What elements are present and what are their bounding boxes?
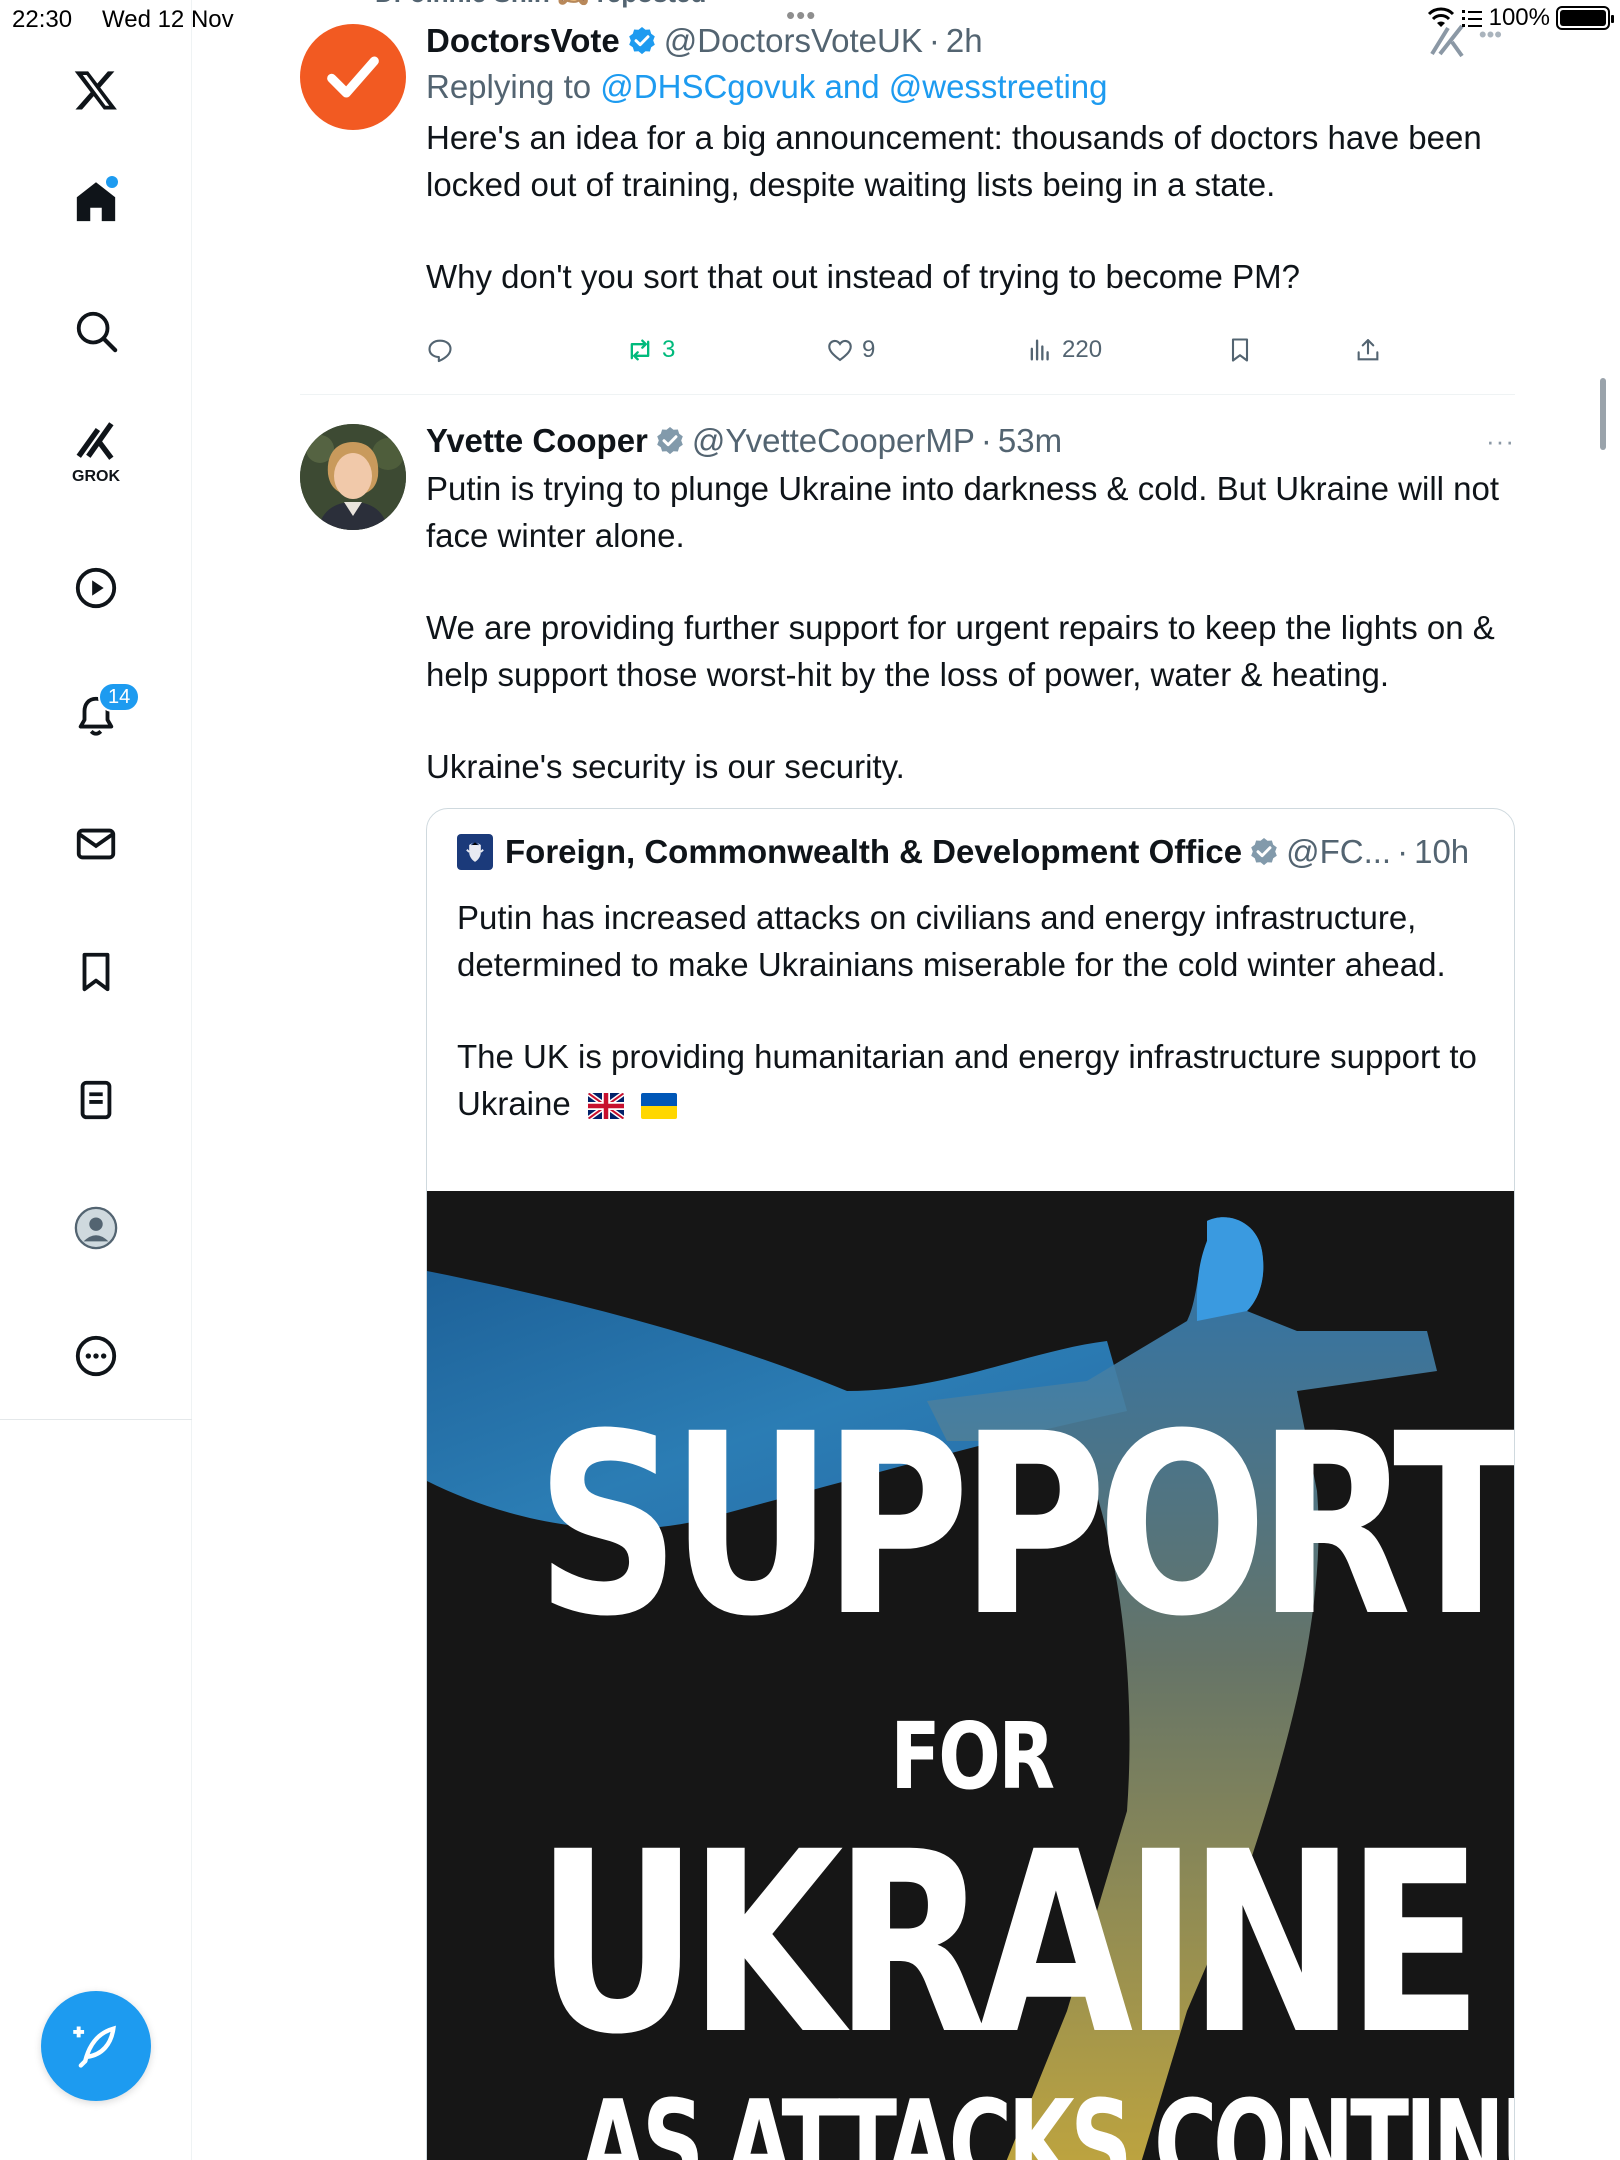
fcdo-crest-icon bbox=[457, 834, 493, 870]
bookmark-icon bbox=[1231, 338, 1249, 362]
grok-icon bbox=[76, 422, 114, 460]
more-icon bbox=[75, 1335, 117, 1377]
replying-to-link[interactable]: @DHSCgovuk and @wesstreeting bbox=[600, 68, 1107, 105]
reply-icon bbox=[428, 339, 452, 363]
sidebar-item-profile[interactable] bbox=[56, 1188, 136, 1268]
status-time: 22:30 bbox=[12, 6, 73, 33]
battery-icon bbox=[1556, 6, 1614, 30]
list-icon bbox=[80, 1080, 112, 1120]
post-time[interactable]: 53m bbox=[998, 422, 1062, 460]
status-indicators: 100% bbox=[1427, 4, 1614, 32]
notification-count-badge: 14 bbox=[98, 682, 141, 712]
tweet-doctorsvote[interactable]: DoctorsVote @DoctorsVoteUK · 2h Replying… bbox=[300, 20, 1515, 395]
quoted-author-handle[interactable]: @FC... bbox=[1286, 833, 1391, 871]
separator: · bbox=[980, 422, 992, 459]
quoted-author-name[interactable]: Foreign, Commonwealth & Development Offi… bbox=[505, 833, 1242, 871]
verified-badge-icon bbox=[1251, 838, 1277, 866]
like-button[interactable]: 9 bbox=[826, 336, 875, 364]
sidebar-divider bbox=[0, 1419, 192, 1420]
orientation-lock-icon bbox=[1461, 10, 1482, 27]
tweet-paragraph: Putin is trying to plunge Ukraine into d… bbox=[426, 470, 1500, 554]
verified-badge-icon bbox=[657, 427, 683, 455]
sidebar-item-more[interactable] bbox=[56, 1316, 136, 1396]
quoted-tweet-header: Foreign, Commonwealth & Development Offi… bbox=[457, 831, 1469, 873]
separator: · bbox=[1397, 833, 1409, 870]
search-icon bbox=[76, 311, 118, 353]
repost-count: 3 bbox=[662, 336, 676, 363]
quoted-tweet-text: Putin has increased attacks on civilians… bbox=[457, 895, 1497, 1127]
author-name[interactable]: Yvette Cooper bbox=[426, 422, 648, 460]
avatar[interactable] bbox=[300, 424, 406, 530]
sidebar-item-x-home[interactable] bbox=[56, 50, 136, 130]
like-count: 9 bbox=[862, 336, 876, 363]
sidebar-item-messages[interactable] bbox=[56, 804, 136, 884]
tweet-paragraph: We are providing further support for urg… bbox=[426, 609, 1495, 693]
compose-post-button[interactable] bbox=[41, 1991, 151, 2101]
poster-headline-for: FOR bbox=[890, 1703, 1055, 1810]
poster-headline-attacks: AS ATTACKS CONTINUE bbox=[579, 2076, 1514, 2160]
x-logo-icon bbox=[74, 71, 117, 110]
quoted-paragraph: Putin has increased attacks on civilians… bbox=[457, 899, 1446, 983]
unread-dot bbox=[106, 176, 118, 188]
battery-percent: 100% bbox=[1488, 4, 1550, 31]
portrait-image bbox=[300, 424, 406, 530]
tweet-paragraph: Ukraine's security is our security. bbox=[426, 748, 905, 785]
status-date: Wed 12 Nov bbox=[102, 6, 234, 33]
quoted-media-poster[interactable]: SUPPORT FOR UKRAINE AS ATTACKS CONTINUE bbox=[427, 1191, 1515, 2160]
views-button[interactable]: 220 bbox=[1026, 336, 1102, 364]
profile-icon bbox=[74, 1206, 118, 1250]
tweet-body: DoctorsVote @DoctorsVoteUK · 2h Replying… bbox=[426, 20, 1515, 301]
mail-icon bbox=[76, 828, 116, 860]
tweet-actions: 3 9 220 bbox=[426, 330, 1466, 370]
tweet-text: Here's an idea for a big announcement: t… bbox=[426, 115, 1515, 301]
compose-feather-icon bbox=[73, 2025, 116, 2068]
quoted-post-time[interactable]: 10h bbox=[1414, 833, 1469, 871]
repost-button[interactable]: 3 bbox=[626, 336, 675, 364]
tweet-text: Putin is trying to plunge Ukraine into d… bbox=[426, 466, 1515, 791]
tweet-paragraph: Here's an idea for a big announcement: t… bbox=[426, 119, 1482, 203]
uk-flag-icon bbox=[587, 1092, 624, 1119]
sidebar-item-video[interactable] bbox=[56, 548, 136, 628]
repost-icon bbox=[630, 339, 650, 361]
views-chart-icon bbox=[1030, 339, 1049, 361]
tweet-header: Yvette Cooper @YvetteCooperMP · 53m bbox=[426, 420, 1515, 462]
heart-icon bbox=[828, 339, 852, 362]
multitasking-dots-icon[interactable]: ••• bbox=[786, 0, 816, 31]
author-handle[interactable]: @YvetteCooperMP bbox=[692, 422, 975, 460]
share-button[interactable] bbox=[1354, 336, 1382, 364]
grok-label: GROK bbox=[72, 468, 120, 485]
sidebar-item-search[interactable] bbox=[56, 291, 136, 371]
video-icon bbox=[75, 567, 117, 609]
poster-headline-ukraine: UKRAINE bbox=[535, 1798, 1483, 2089]
sidebar-item-notifications[interactable]: 14 bbox=[56, 676, 141, 756]
bookmark-icon bbox=[82, 952, 110, 992]
status-bar: 22:30 Wed 12 Nov ••• 100% bbox=[0, 0, 1620, 40]
tweet-body: Yvette Cooper @YvetteCooperMP · 53m ··· … bbox=[426, 420, 1515, 791]
tweet-more-button[interactable]: ··· bbox=[1486, 426, 1515, 457]
bookmark-button[interactable] bbox=[1226, 336, 1254, 364]
tweet-divider bbox=[300, 394, 1515, 395]
share-icon bbox=[1357, 339, 1379, 361]
reply-button[interactable] bbox=[426, 336, 454, 364]
view-count: 220 bbox=[1062, 336, 1103, 363]
poster-headline-support: SUPPORT bbox=[535, 1380, 1515, 1671]
checkmark-logo-icon bbox=[327, 56, 379, 98]
scroll-indicator[interactable] bbox=[1600, 378, 1608, 450]
sidebar-item-lists[interactable] bbox=[56, 1060, 136, 1140]
sidebar-item-grok[interactable]: GROK bbox=[56, 410, 136, 490]
quoted-tweet-card[interactable]: Foreign, Commonwealth & Development Offi… bbox=[426, 808, 1515, 2160]
quoted-paragraph-with-flags: The UK is providing humanitarian and ene… bbox=[457, 1034, 1497, 1127]
replying-prefix: Replying to bbox=[426, 68, 592, 105]
sidebar-item-home[interactable] bbox=[56, 162, 136, 242]
replying-to: Replying to @DHSCgovuk and @wesstreeting bbox=[426, 68, 1515, 110]
tweet-paragraph: Why don't you sort that out instead of t… bbox=[426, 258, 1300, 295]
wifi-icon bbox=[1427, 7, 1454, 27]
tweet-yvettecooper[interactable]: Yvette Cooper @YvetteCooperMP · 53m ··· … bbox=[300, 420, 1515, 2160]
sidebar-item-bookmarks[interactable] bbox=[56, 932, 136, 1012]
sidebar-nav: GROK 14 bbox=[0, 0, 192, 2160]
ukraine-flag-icon bbox=[641, 1092, 678, 1119]
